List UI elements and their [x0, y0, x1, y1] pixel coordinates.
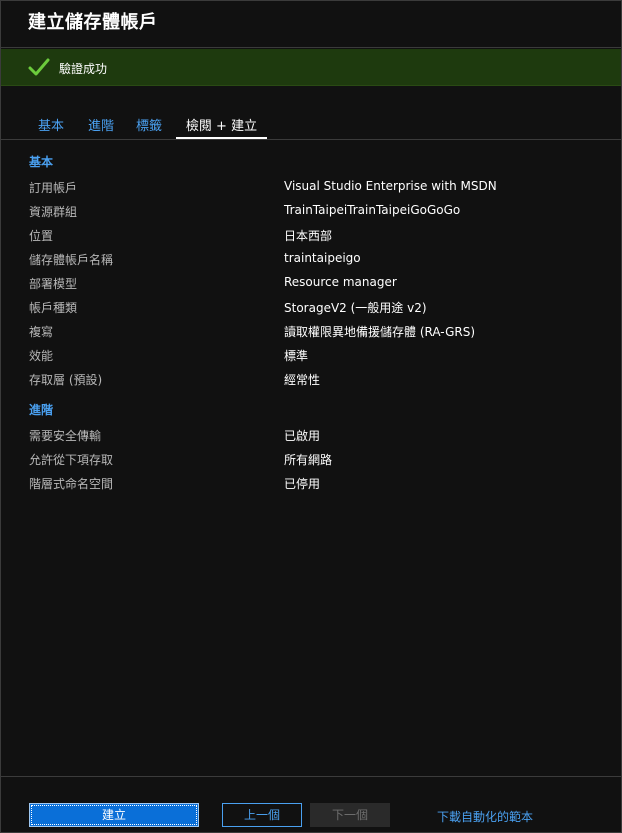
row-label-deployment-model: 部署模型 — [29, 277, 78, 291]
row-value-subscription: Visual Studio Enterprise with MSDN — [284, 179, 497, 193]
previous-button[interactable]: 上一個 — [222, 803, 302, 827]
row-label-replication: 複寫 — [29, 325, 54, 339]
section-heading-basics: 基本 — [29, 155, 54, 169]
row-value-account-name: traintaipeigo — [284, 251, 361, 265]
checkmark-icon — [28, 58, 50, 76]
tab-tags[interactable]: 標籤 — [136, 115, 162, 139]
row-value-secure-transfer: 已啟用 — [284, 429, 321, 443]
download-template-link[interactable]: 下載自動化的範本 — [437, 808, 533, 825]
create-button[interactable]: 建立 — [29, 803, 199, 827]
row-value-access-tier: 經常性 — [284, 373, 321, 387]
row-label-account-name: 儲存體帳戶名稱 — [29, 253, 114, 267]
validation-message: 驗證成功 — [59, 62, 108, 76]
next-button: 下一個 — [310, 803, 390, 827]
row-value-allow-access-from: 所有網路 — [284, 453, 333, 467]
row-value-account-kind: StorageV2 (一般用途 v2) — [284, 301, 427, 315]
section-heading-advanced: 進階 — [29, 403, 54, 417]
row-label-location: 位置 — [29, 229, 54, 243]
create-storage-account-blade: 建立儲存體帳戶 驗證成功 基本 進階 標籤 檢閱 + 建立 基本 訂用帳戶 Vi… — [0, 0, 622, 833]
tab-basics[interactable]: 基本 — [38, 115, 64, 139]
validation-banner: 驗證成功 — [1, 49, 621, 86]
footer-action-bar: 建立 上一個 下一個 下載自動化的範本 — [1, 776, 621, 833]
row-label-account-kind: 帳戶種類 — [29, 301, 78, 315]
row-label-subscription: 訂用帳戶 — [29, 181, 78, 195]
row-value-hierarchical-namespace: 已停用 — [284, 477, 321, 491]
row-value-replication: 讀取權限異地備援儲存體 (RA-GRS) — [284, 325, 475, 339]
row-value-resource-group: TrainTaipeiTrainTaipeiGoGoGo — [284, 203, 461, 217]
row-value-location: 日本西部 — [284, 229, 333, 243]
row-label-access-tier: 存取層 (預設) — [29, 373, 103, 387]
title-bar: 建立儲存體帳戶 — [1, 1, 621, 48]
row-value-performance: 標準 — [284, 349, 309, 363]
row-label-performance: 效能 — [29, 349, 54, 363]
row-label-resource-group: 資源群組 — [29, 205, 78, 219]
page-title: 建立儲存體帳戶 — [28, 12, 158, 33]
row-label-secure-transfer: 需要安全傳輸 — [29, 429, 102, 443]
row-label-hierarchical-namespace: 階層式命名空間 — [29, 477, 114, 491]
tab-bar: 基本 進階 標籤 檢閱 + 建立 — [1, 113, 621, 140]
row-value-deployment-model: Resource manager — [284, 275, 397, 289]
tab-review-create[interactable]: 檢閱 + 建立 — [176, 115, 267, 139]
tab-advanced[interactable]: 進階 — [88, 115, 114, 139]
row-label-allow-access-from: 允許從下項存取 — [29, 453, 114, 467]
